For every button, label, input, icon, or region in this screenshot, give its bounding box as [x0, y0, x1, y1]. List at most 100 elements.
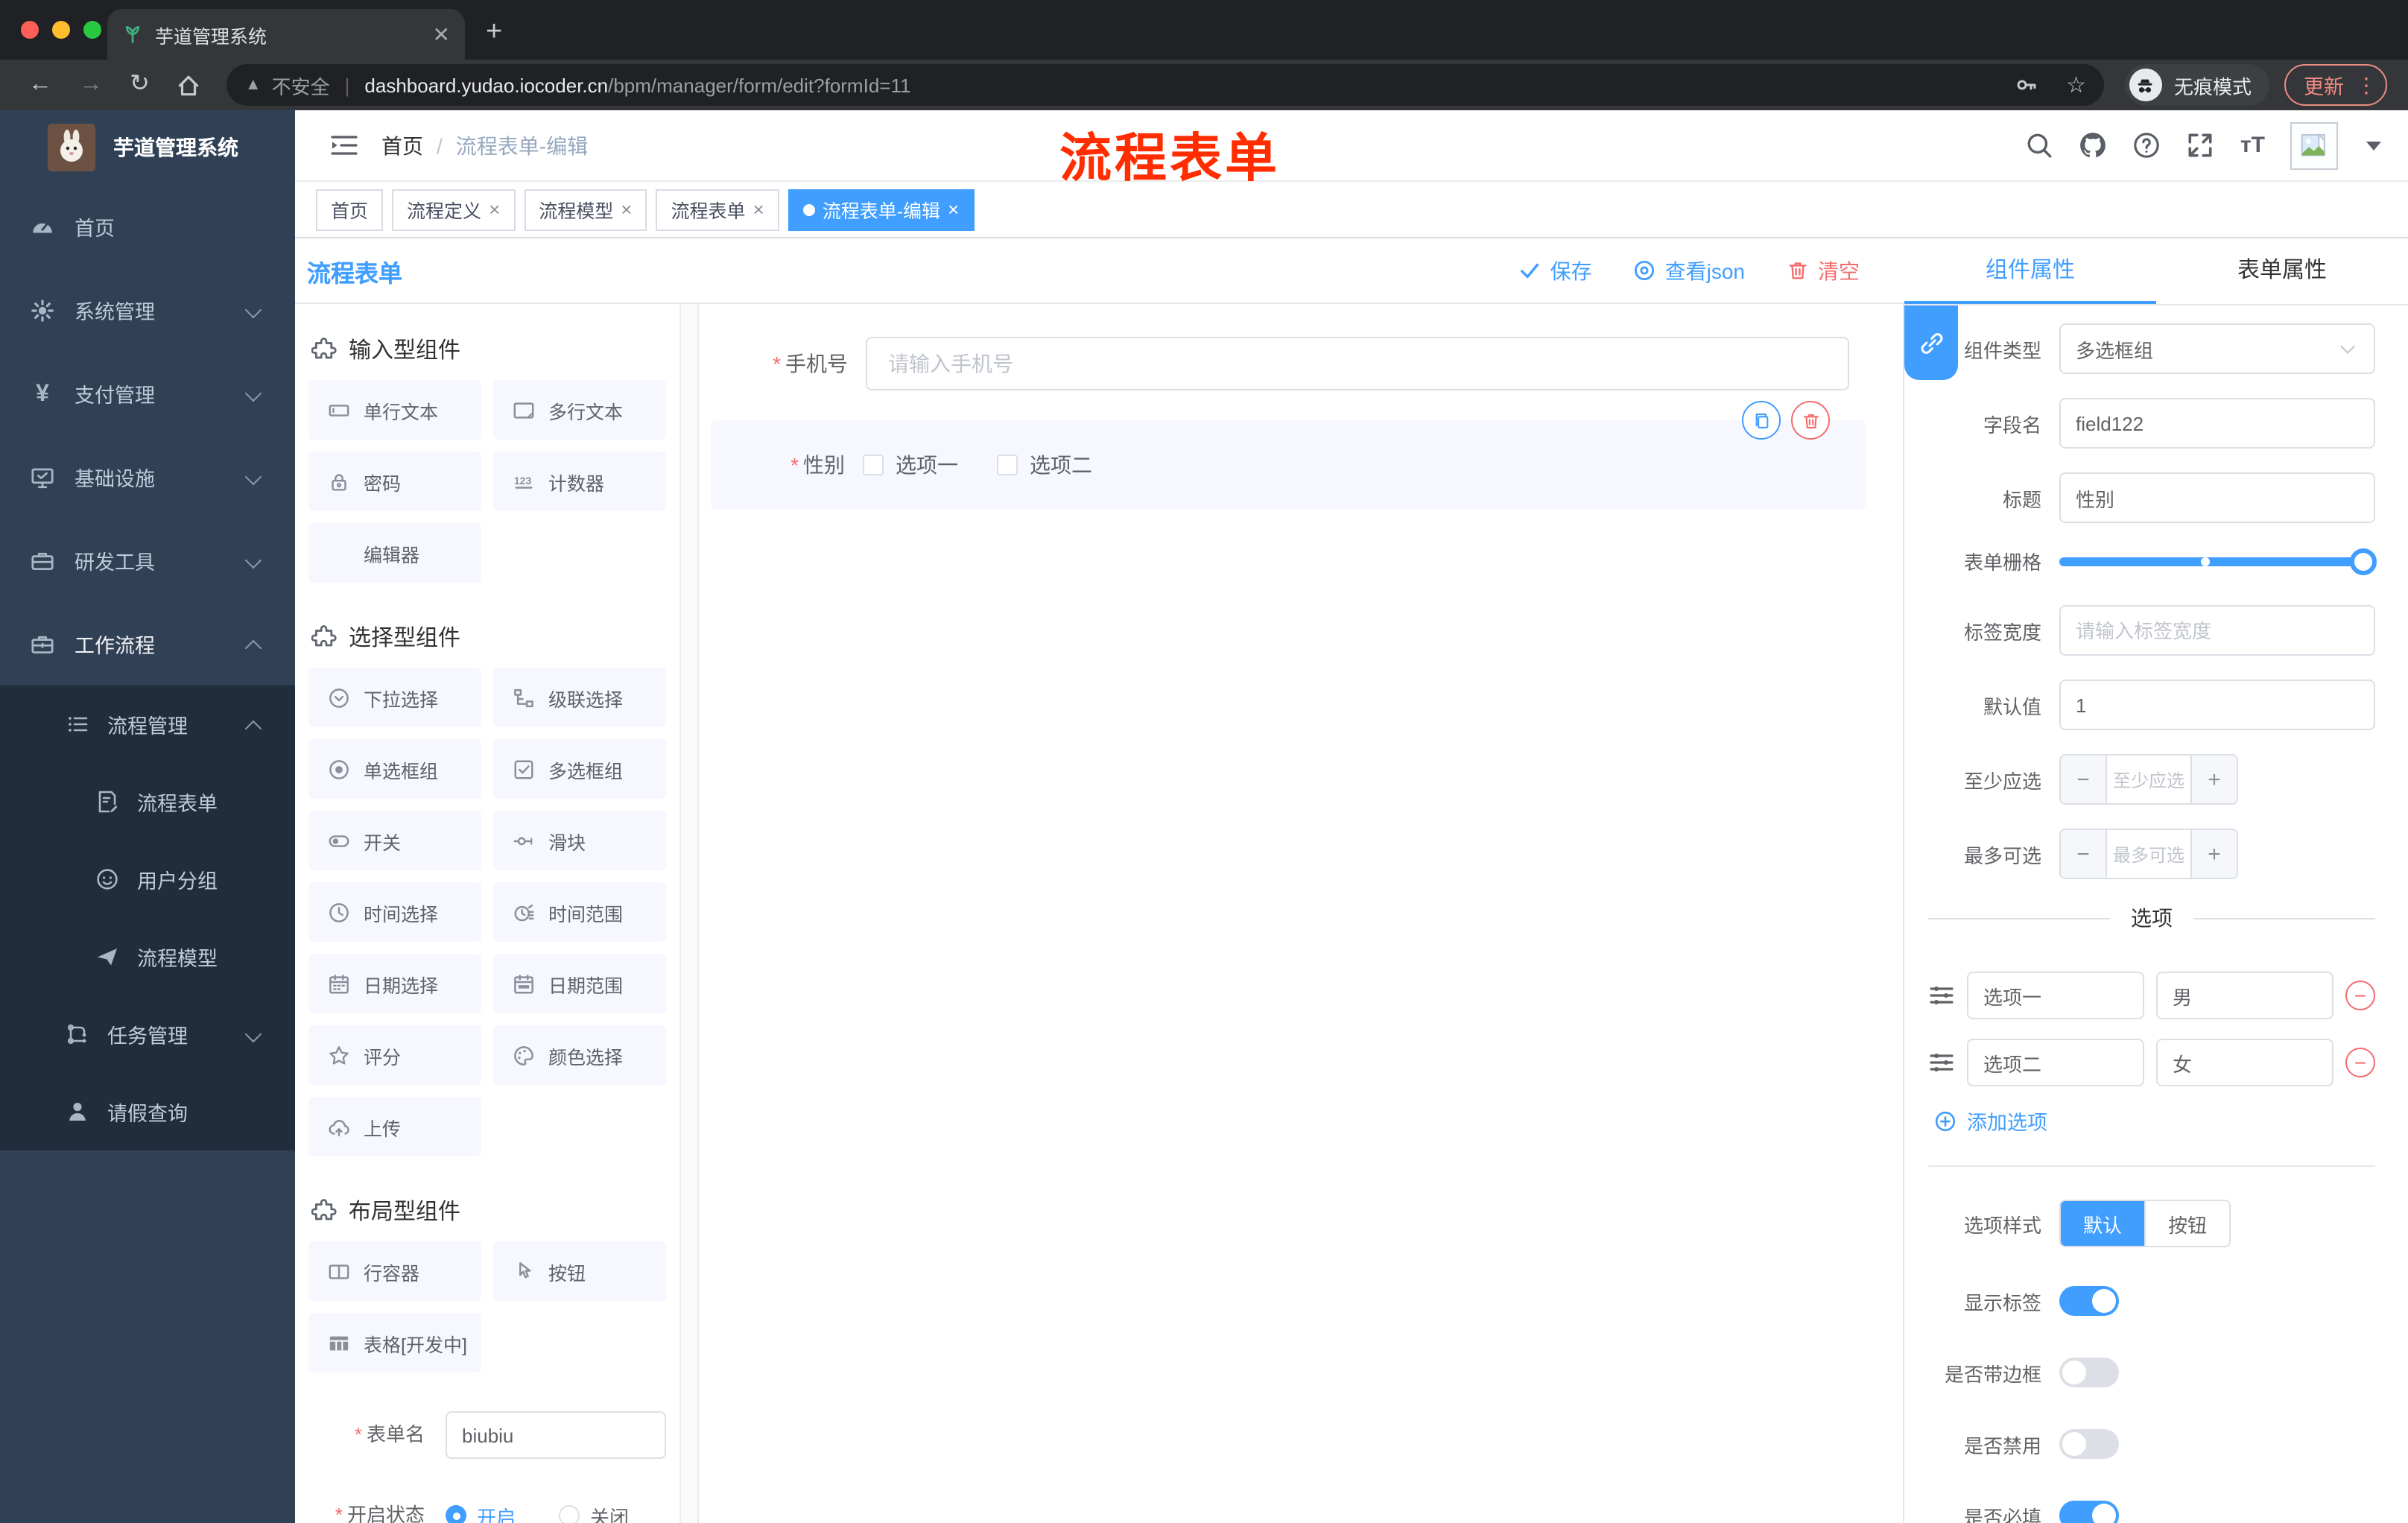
border-switch[interactable]: [2059, 1358, 2119, 1387]
sidebar-item-process-form[interactable]: 流程表单: [0, 763, 295, 840]
max-select-value[interactable]: 最多可选: [2106, 830, 2192, 878]
doc-link-tag[interactable]: [1904, 305, 1958, 380]
view-json-button[interactable]: 查看json: [1634, 256, 1745, 285]
palette-item-rate[interactable]: 评分: [308, 1025, 481, 1085]
security-label[interactable]: 不安全: [272, 71, 330, 99]
reload-icon[interactable]: ↻: [130, 72, 150, 97]
checkbox-label[interactable]: 选项二: [1030, 450, 1092, 480]
new-tab-button[interactable]: +: [486, 16, 502, 49]
help-icon[interactable]: [2133, 131, 2161, 159]
min-select-value[interactable]: 至少应选: [2106, 756, 2192, 803]
sidebar-item-infrastructure[interactable]: 基础设施: [0, 435, 295, 519]
zoom-window-button[interactable]: [83, 21, 101, 39]
tag-process-model[interactable]: 流程模型 ×: [524, 189, 647, 230]
increase-icon[interactable]: +: [2192, 830, 2237, 878]
back-icon[interactable]: ←: [28, 72, 52, 97]
palette-item-date-range[interactable]: 日期范围: [493, 954, 666, 1013]
browser-update-button[interactable]: 更新 ⋮: [2284, 64, 2387, 106]
palette-item-radio-group[interactable]: 单选框组: [308, 739, 481, 799]
label-width-input[interactable]: [2059, 605, 2375, 656]
style-button-button[interactable]: 按钮: [2144, 1201, 2230, 1246]
palette-item-switch[interactable]: 开关: [308, 811, 481, 870]
palette-item-password[interactable]: 密码: [308, 452, 481, 511]
option-label-input[interactable]: [1967, 972, 2144, 1019]
component-type-select[interactable]: 多选框组: [2059, 323, 2375, 374]
sidebar-item-task-management[interactable]: 任务管理: [0, 995, 295, 1073]
palette-item-select[interactable]: 下拉选择: [308, 668, 481, 727]
palette-item-time-picker[interactable]: 时间选择: [308, 882, 481, 942]
field-name-input[interactable]: [2059, 398, 2375, 449]
required-switch[interactable]: [2059, 1501, 2119, 1523]
style-default-button[interactable]: 默认: [2061, 1201, 2145, 1246]
checkbox-label[interactable]: 选项一: [896, 450, 958, 480]
remove-option-icon[interactable]: −: [2345, 1048, 2375, 1077]
avatar[interactable]: [2290, 121, 2338, 169]
palette-item-button[interactable]: 按钮: [493, 1241, 666, 1301]
delete-component-button[interactable]: [1791, 401, 1830, 440]
show-label-switch[interactable]: [2059, 1286, 2119, 1316]
form-canvas[interactable]: 手机号 性别: [699, 304, 1904, 1523]
sidebar-item-workflow[interactable]: 工作流程: [0, 602, 295, 685]
palette-item-upload[interactable]: 上传: [308, 1097, 481, 1156]
canvas-phone-field[interactable]: 手机号: [714, 337, 1849, 390]
clear-button[interactable]: 清空: [1787, 256, 1860, 285]
tag-process-definition[interactable]: 流程定义 ×: [392, 189, 516, 230]
sidebar-item-leave-query[interactable]: 请假查询: [0, 1073, 295, 1150]
decrease-icon[interactable]: −: [2061, 756, 2106, 803]
tag-close-icon[interactable]: ×: [948, 198, 959, 221]
checkbox-icon[interactable]: [997, 455, 1018, 475]
tag-close-icon[interactable]: ×: [621, 198, 632, 221]
selected-component[interactable]: 性别 选项一 选项二: [711, 401, 1866, 510]
sidebar-item-devtools[interactable]: 研发工具: [0, 519, 295, 602]
search-icon[interactable]: [2026, 131, 2054, 159]
gender-option-2[interactable]: 选项二: [997, 450, 1092, 480]
github-icon[interactable]: [2079, 131, 2108, 159]
remove-option-icon[interactable]: −: [2345, 981, 2375, 1010]
palette-item-color-picker[interactable]: 颜色选择: [493, 1025, 666, 1085]
checkbox-icon[interactable]: [863, 455, 884, 475]
phone-input[interactable]: [866, 337, 1849, 390]
option-value-input[interactable]: [2156, 1039, 2333, 1086]
home-icon[interactable]: [177, 72, 202, 98]
breadcrumb-home[interactable]: 首页: [381, 130, 423, 160]
minimize-window-button[interactable]: [52, 21, 70, 39]
palette-item-single-text[interactable]: 单行文本: [308, 380, 481, 440]
tab-form-props[interactable]: 表单属性: [2156, 238, 2408, 304]
sidebar-item-payment[interactable]: ¥ 支付管理: [0, 352, 295, 435]
palette-scrollbar[interactable]: [679, 304, 699, 1523]
tag-process-form-edit[interactable]: 流程表单-编辑 ×: [788, 189, 975, 230]
slider-thumb[interactable]: [2350, 548, 2377, 574]
sidebar-item-home[interactable]: 首页: [0, 185, 295, 268]
palette-item-editor[interactable]: 编辑器: [308, 523, 481, 583]
status-off-label[interactable]: 关闭: [590, 1501, 629, 1523]
gender-option-1[interactable]: 选项一: [863, 450, 958, 480]
sidebar-item-process-management[interactable]: 流程管理: [0, 685, 295, 763]
tab-component-props[interactable]: 组件属性: [1904, 238, 2156, 304]
sidebar-collapse-icon[interactable]: [331, 134, 358, 156]
palette-item-row-container[interactable]: 行容器: [308, 1241, 481, 1301]
app-logo-row[interactable]: 芋道管理系统: [0, 110, 295, 185]
copy-component-button[interactable]: [1742, 401, 1781, 440]
palette-item-cascader[interactable]: 级联选择: [493, 668, 666, 727]
increase-icon[interactable]: +: [2192, 756, 2237, 803]
option-value-input[interactable]: [2156, 972, 2333, 1019]
forward-icon[interactable]: →: [79, 72, 103, 97]
font-size-icon[interactable]: ᴛT: [2240, 133, 2265, 158]
drag-handle-icon[interactable]: [1928, 1049, 1955, 1076]
grid-slider[interactable]: [2059, 548, 2377, 574]
palette-item-counter[interactable]: 123 计数器: [493, 452, 666, 511]
tag-process-form[interactable]: 流程表单 ×: [656, 189, 779, 230]
sidebar-item-user-group[interactable]: 用户分组: [0, 840, 295, 918]
palette-item-table[interactable]: 表格[开发中]: [308, 1313, 481, 1372]
tab-close-icon[interactable]: ✕: [433, 22, 450, 47]
tag-home[interactable]: 首页: [316, 189, 384, 230]
status-on-label[interactable]: 开启: [477, 1501, 516, 1523]
bookmark-star-icon[interactable]: ☆: [2066, 72, 2086, 98]
browser-tab[interactable]: 芋道管理系统 ✕: [107, 9, 465, 60]
canvas-gender-field[interactable]: 性别 选项一 选项二: [711, 450, 1866, 480]
option-label-input[interactable]: [1967, 1039, 2144, 1086]
decrease-icon[interactable]: −: [2061, 830, 2106, 878]
status-on-radio[interactable]: [446, 1505, 466, 1523]
drag-handle-icon[interactable]: [1928, 982, 1955, 1009]
sidebar-item-process-model[interactable]: 流程模型: [0, 918, 295, 995]
